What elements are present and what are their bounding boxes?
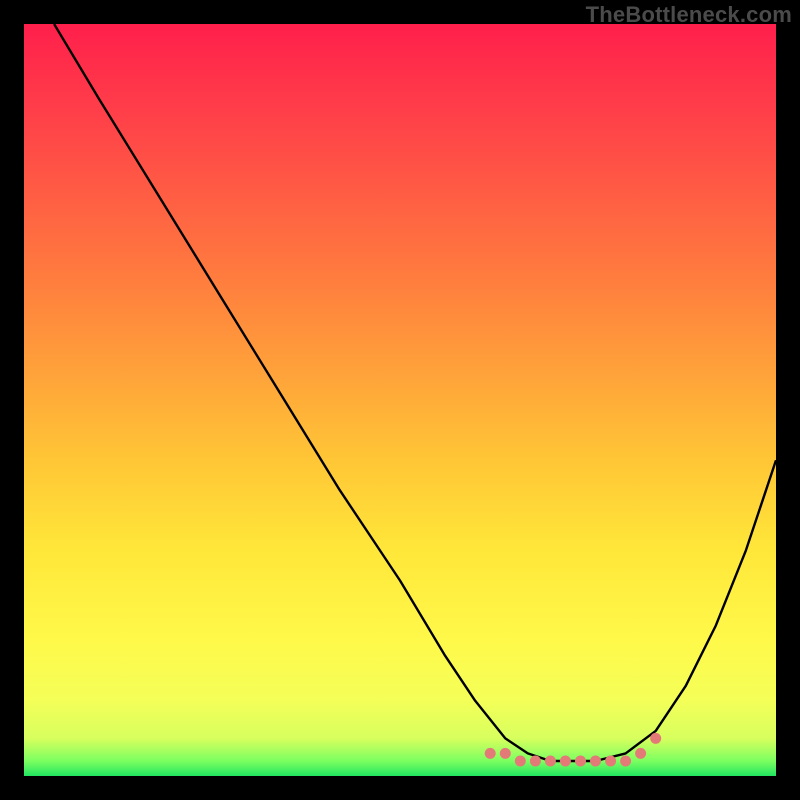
marker-dot xyxy=(605,756,616,767)
marker-dot xyxy=(530,756,541,767)
marker-dot xyxy=(575,756,586,767)
marker-dot xyxy=(590,756,601,767)
marker-dot xyxy=(485,748,496,759)
marker-dot xyxy=(620,756,631,767)
chart-svg xyxy=(24,24,776,776)
marker-dot xyxy=(515,756,526,767)
marker-dot xyxy=(635,748,646,759)
marker-dot xyxy=(560,756,571,767)
curve-path-group xyxy=(54,24,776,761)
marker-dot xyxy=(545,756,556,767)
chart-frame: TheBottleneck.com xyxy=(0,0,800,800)
marker-dot xyxy=(500,748,511,759)
plot-area xyxy=(24,24,776,776)
bottleneck-curve xyxy=(54,24,776,761)
marker-dot xyxy=(650,733,661,744)
